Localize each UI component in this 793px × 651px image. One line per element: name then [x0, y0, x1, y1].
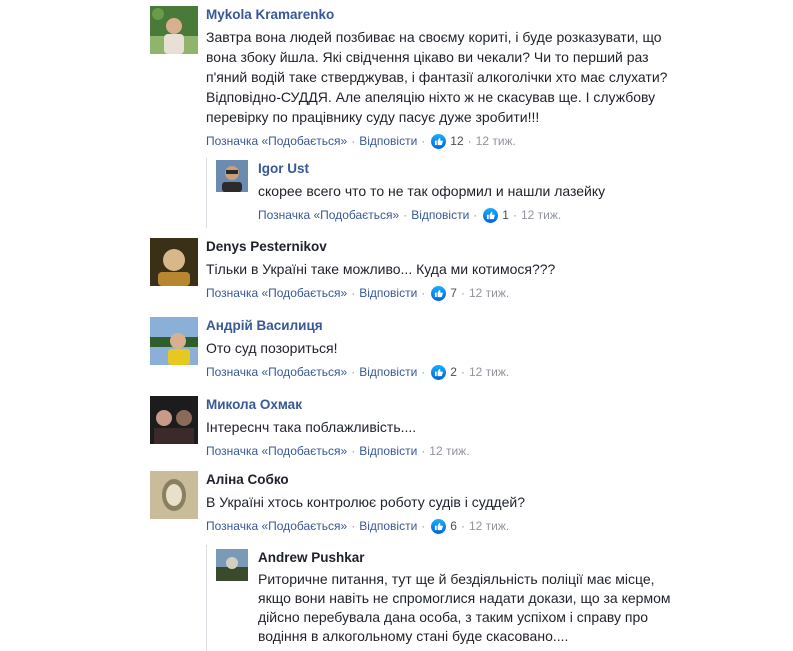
- separator: ·: [460, 365, 465, 379]
- avatar[interactable]: [216, 549, 248, 581]
- comment-text: Тільки в Україні таке можливо... Куда ми…: [206, 261, 556, 277]
- separator: ·: [351, 286, 356, 300]
- separator: ·: [421, 365, 426, 379]
- reaction-count[interactable]: 7: [431, 285, 457, 301]
- comment-author[interactable]: Andrew Pushkar: [258, 549, 708, 567]
- comment-author[interactable]: Denys Pesternikov: [206, 238, 676, 256]
- reply-button[interactable]: Відповісти: [359, 518, 417, 534]
- comment-text: скорее всего что то не так оформил и наш…: [258, 183, 606, 199]
- thumbs-up-icon: [431, 133, 447, 149]
- avatar[interactable]: [150, 6, 198, 54]
- separator: ·: [512, 208, 517, 222]
- like-button[interactable]: Позначка «Подобається»: [206, 285, 347, 301]
- separator: ·: [351, 444, 356, 458]
- reply-button[interactable]: Відповісти: [359, 443, 417, 459]
- timestamp[interactable]: 12 тиж.: [476, 133, 516, 149]
- reaction-count[interactable]: 12: [431, 133, 464, 149]
- comments-feed: Mykola Kramarenko Завтра вона людей позб…: [0, 0, 793, 651]
- avatar[interactable]: [150, 238, 198, 286]
- comment-author[interactable]: Аліна Собко: [206, 471, 676, 489]
- thumbs-up-icon: [431, 285, 447, 301]
- reply-button[interactable]: Відповісти: [359, 133, 417, 149]
- separator: ·: [421, 519, 426, 533]
- separator: ·: [351, 134, 356, 148]
- separator: ·: [467, 134, 472, 148]
- thumbs-up-icon: [431, 364, 447, 380]
- comment: Mykola Kramarenko Завтра вона людей позб…: [150, 6, 710, 156]
- comment-actions: Позначка «Подобається» · Відповісти · 6 …: [206, 518, 676, 534]
- reaction-count[interactable]: 6: [431, 518, 457, 534]
- comment-text: Завтра вона людей позбиває на своєму кор…: [206, 29, 668, 125]
- like-button[interactable]: Позначка «Подобається»: [258, 207, 399, 223]
- reaction-count[interactable]: 1: [483, 207, 509, 223]
- reply-thread-line: [206, 158, 207, 228]
- comment-text: В Україні хтось контролює роботу судів і…: [206, 494, 525, 510]
- reply-comment: Igor Ust скорее всего что то не так офор…: [216, 160, 716, 230]
- comment-text: Ото суд позориться!: [206, 340, 338, 356]
- like-count: 7: [450, 286, 457, 300]
- comment: Микола Охмак Інтереснч така поблажливіст…: [150, 396, 710, 466]
- reply-button[interactable]: Відповісти: [359, 285, 417, 301]
- comment-actions: Позначка «Подобається» · Відповісти · 7 …: [206, 285, 676, 301]
- thumbs-up-icon: [431, 518, 447, 534]
- reply-thread-line: [206, 545, 207, 651]
- comment: Denys Pesternikov Тільки в Україні таке …: [150, 238, 710, 308]
- comment-actions: Позначка «Подобається» · Відповісти · 2 …: [206, 364, 676, 380]
- separator: ·: [421, 134, 426, 148]
- timestamp[interactable]: 12 тиж.: [469, 364, 509, 380]
- comment-text: Риторичне питання, тут ще й бездіяльніст…: [258, 571, 671, 644]
- avatar[interactable]: [150, 471, 198, 519]
- like-count: 12: [450, 134, 464, 148]
- comment-actions: Позначка «Подобається» · Відповісти · 1 …: [258, 207, 698, 223]
- comment: Андрій Василиця Ото суд позориться! Позн…: [150, 317, 710, 387]
- like-count: 6: [450, 519, 457, 533]
- timestamp[interactable]: 12 тиж.: [469, 518, 509, 534]
- separator: ·: [403, 208, 408, 222]
- reply-button[interactable]: Відповісти: [359, 364, 417, 380]
- like-button[interactable]: Позначка «Подобається»: [206, 518, 347, 534]
- timestamp[interactable]: 12 тиж.: [469, 285, 509, 301]
- separator: ·: [473, 208, 478, 222]
- avatar[interactable]: [150, 396, 198, 444]
- separator: ·: [351, 365, 356, 379]
- comment-actions: Позначка «Подобається» · Відповісти · 12…: [206, 133, 676, 149]
- comment-text: Інтереснч така поблажливість....: [206, 419, 417, 435]
- reaction-count[interactable]: 2: [431, 364, 457, 380]
- like-count: 1: [502, 208, 509, 222]
- comment-author[interactable]: Igor Ust: [258, 160, 698, 178]
- reply-button[interactable]: Відповісти: [411, 207, 469, 223]
- like-button[interactable]: Позначка «Подобається»: [206, 443, 347, 459]
- thumbs-up-icon: [483, 207, 499, 223]
- separator: ·: [421, 444, 426, 458]
- separator: ·: [421, 286, 426, 300]
- like-count: 2: [450, 365, 457, 379]
- timestamp[interactable]: 12 тиж.: [521, 207, 561, 223]
- separator: ·: [460, 519, 465, 533]
- comment-author[interactable]: Андрій Василиця: [206, 317, 676, 335]
- separator: ·: [351, 519, 356, 533]
- like-button[interactable]: Позначка «Подобається»: [206, 133, 347, 149]
- avatar[interactable]: [216, 160, 248, 192]
- comment-author[interactable]: Mykola Kramarenko: [206, 6, 676, 24]
- comment-author[interactable]: Микола Охмак: [206, 396, 676, 414]
- timestamp[interactable]: 12 тиж.: [429, 443, 469, 459]
- reply-comment: Andrew Pushkar Риторичне питання, тут ще…: [216, 549, 716, 649]
- avatar[interactable]: [150, 317, 198, 365]
- comment: Аліна Собко В Україні хтось контролює ро…: [150, 471, 710, 541]
- separator: ·: [460, 286, 465, 300]
- like-button[interactable]: Позначка «Подобається»: [206, 364, 347, 380]
- comment-actions: Позначка «Подобається» · Відповісти · 12…: [206, 443, 676, 459]
